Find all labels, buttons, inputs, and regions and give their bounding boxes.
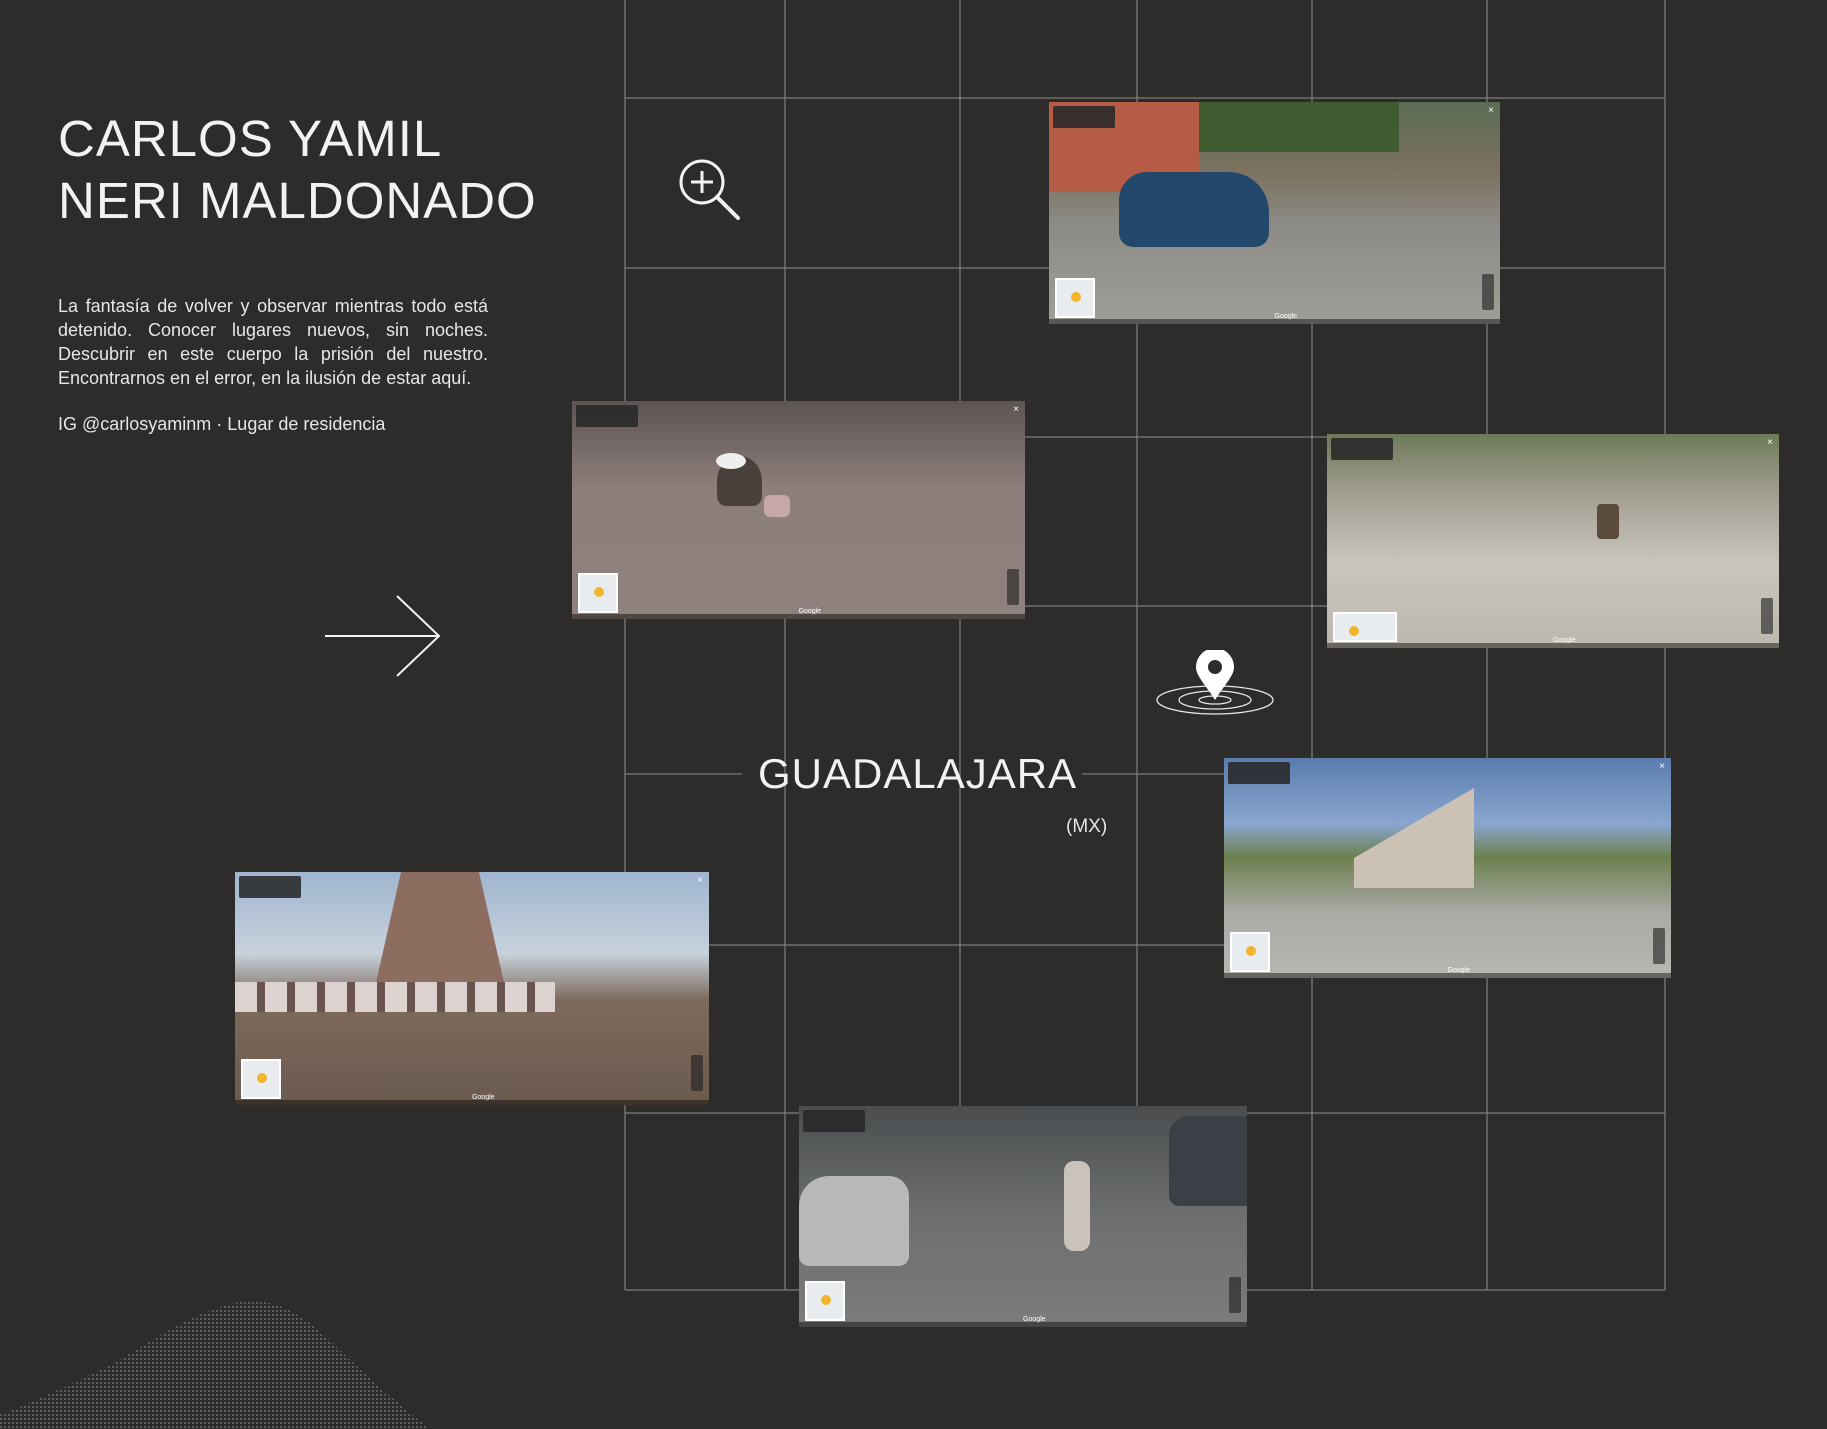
zoom-in-icon[interactable] [676, 156, 742, 222]
footer-bar [1224, 973, 1671, 978]
arrow-right-icon [325, 595, 441, 677]
streetview-screenshot-monument[interactable]: × Google [235, 872, 709, 1105]
minimap[interactable] [578, 573, 618, 613]
zoom-controls[interactable] [1229, 1277, 1241, 1313]
zoom-controls[interactable] [1007, 569, 1019, 605]
minimap[interactable] [805, 1281, 845, 1321]
close-icon[interactable]: × [1013, 404, 1019, 415]
sand-scene [572, 401, 1025, 619]
trees [1199, 102, 1399, 152]
cyclist-figure [1064, 1161, 1090, 1251]
minimap[interactable] [241, 1059, 281, 1099]
info-panel [1331, 438, 1393, 460]
red-car [1169, 1116, 1247, 1206]
info-panel [1228, 762, 1290, 784]
footer-bar [1327, 643, 1779, 648]
streetview-screenshot-cyclist[interactable]: Google [799, 1106, 1247, 1327]
minimap[interactable] [1333, 612, 1397, 642]
close-icon[interactable]: × [697, 875, 703, 886]
info-panel [1053, 106, 1115, 128]
close-icon[interactable]: × [1488, 105, 1494, 116]
artist-credit: IG @carlosyaminm · Lugar de residencia [58, 414, 386, 434]
streetview-screenshot-dirt-road[interactable]: × Google [1327, 434, 1779, 648]
footer-bar [1049, 319, 1500, 324]
dotted-hill-decoration [0, 1301, 430, 1429]
blue-car [1119, 172, 1269, 247]
zoom-controls[interactable] [1761, 598, 1773, 634]
white-car [799, 1176, 909, 1266]
info-panel [239, 876, 301, 898]
artist-statement: La fantasía de volver y observar mientra… [58, 296, 488, 388]
close-icon[interactable]: × [1659, 761, 1665, 772]
close-icon[interactable]: × [1767, 437, 1773, 448]
info-panel [576, 405, 638, 427]
info-panel [803, 1110, 865, 1132]
streetview-screenshot-sand[interactable]: × Google [572, 401, 1025, 619]
minimap[interactable] [1055, 278, 1095, 318]
zoom-controls[interactable] [1482, 274, 1494, 310]
map-pin-icon [1156, 650, 1274, 715]
posters-row [235, 982, 555, 1012]
footer-bar [572, 614, 1025, 619]
streetview-screenshot-wall[interactable]: × Google [1224, 758, 1671, 978]
backpack [764, 495, 790, 517]
tree-stump [1597, 504, 1619, 539]
country-code: (MX) [1066, 816, 1108, 837]
footer-bar [799, 1322, 1247, 1327]
zoom-controls[interactable] [1653, 928, 1665, 964]
zoom-controls[interactable] [691, 1055, 703, 1091]
city-name: GUADALAJARA [758, 750, 1078, 797]
footer-bar [235, 1100, 709, 1105]
artist-name: CARLOS YAMIL NERI MALDONADO [58, 110, 537, 229]
white-hat [716, 453, 746, 469]
minimap[interactable] [1230, 932, 1270, 972]
streetview-screenshot-street-car[interactable]: × Google [1049, 102, 1500, 324]
